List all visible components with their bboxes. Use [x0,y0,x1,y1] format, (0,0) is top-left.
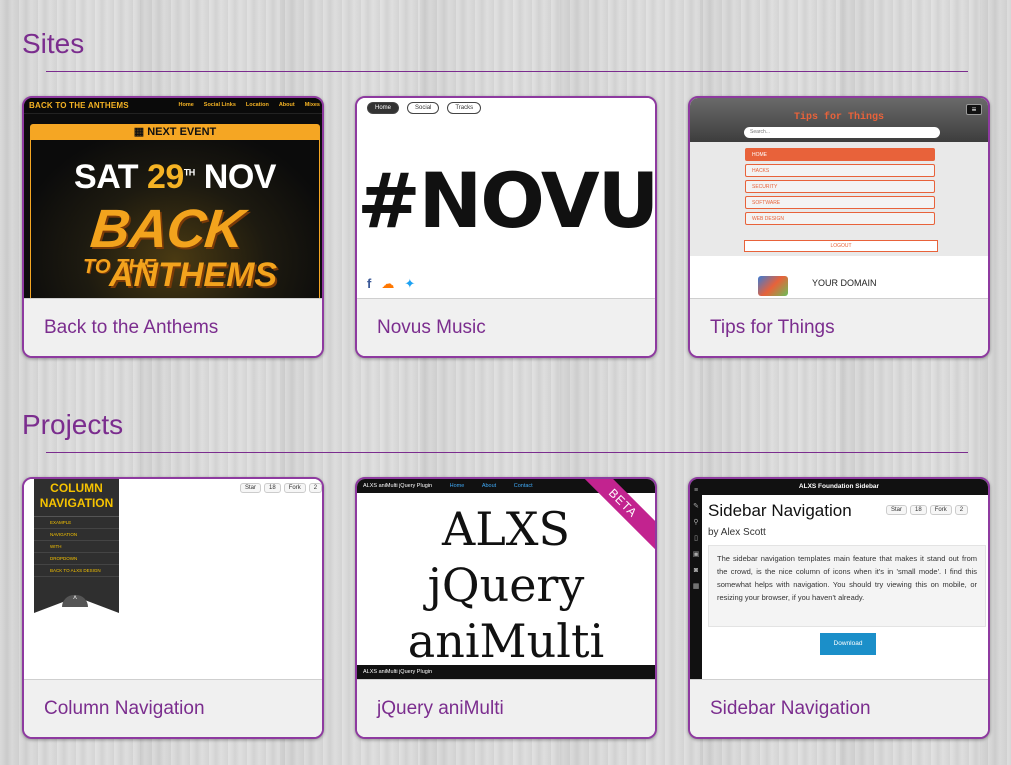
tips-menu-software: SOFTWARE [745,196,935,209]
file-icon: ▯ [694,535,698,542]
card-title[interactable]: Back to the Anthems [24,298,322,356]
sites-heading: Sites [22,28,85,59]
anthems-nav-home: Home [178,102,194,108]
github-buttons: Star 18 Fork 2 [240,483,322,493]
tips-menu-web-design: WEB DESIGN [745,212,935,225]
animulti-line-2: jQuery [427,558,585,612]
github-star-count: 18 [910,505,927,515]
animulti-link-contact: Contact [513,483,533,489]
sidebar-demo-download: Download [820,633,876,655]
card-title[interactable]: Sidebar Navigation [690,679,988,737]
column-nav-item: BACK TO ALXS DESIGN [34,565,119,577]
card-title[interactable]: Novus Music [357,298,655,356]
site-thumbnail[interactable]: Home Social Tracks #NOVUS f ☁ ✦ [357,98,655,298]
github-fork-count: 2 [954,505,969,515]
sites-divider [46,71,968,72]
next-event-label: NEXT EVENT [147,126,217,138]
animulti-line-1: ALXS [441,502,571,556]
event-date-number: 29 [146,158,184,196]
calendar-icon: ▦ [133,126,148,138]
animulti-line-3: aniMulti [407,614,605,668]
sidebar-demo-bar: ALXS Foundation Sidebar [690,479,988,495]
event-date-suffix: TH [183,167,196,178]
poster-anthems-text: ANTHEMS [109,256,278,294]
novus-nav-tracks: Tracks [447,102,482,114]
column-nav-item: EXAMPLE [34,517,119,529]
soundcloud-icon: ☁ [381,276,395,291]
project-card-column-navigation[interactable]: COLUMN NAVIGATION EXAMPLE NAVIGATION WIT… [22,477,324,739]
project-thumbnail[interactable]: ALXS Foundation Sidebar ≡ ✎ ⚲ ▯ ▣ ◙ ▦ Si… [690,479,988,679]
event-poster: SAT 29TH NOV BACK TO THE ANTHEMS [30,140,320,298]
link-icon: ⚲ [693,519,699,526]
sidebar-demo-byline: by Alex Scott [708,527,766,538]
novus-nav-social: Social [407,102,440,114]
anthems-nav-social: Social Links [203,102,236,108]
grid-icon: ▦ [692,583,700,590]
tips-menu-security: SECURITY [745,180,935,193]
card-title[interactable]: jQuery aniMulti [357,679,655,737]
column-nav-item: NAVIGATION [34,529,119,541]
poster-back-text: BACK [87,199,247,259]
project-thumbnail[interactable]: COLUMN NAVIGATION EXAMPLE NAVIGATION WIT… [24,479,322,679]
projects-divider [46,452,968,453]
github-buttons: Star 18 Fork 2 [886,505,969,515]
card-title[interactable]: Column Navigation [24,679,322,737]
github-fork-button: Fork [283,483,306,493]
project-card-jquery-animulti[interactable]: ALXS aniMulti jQuery Plugin Home About C… [355,477,657,739]
sidebar-demo-description: The sidebar navigation templates main fe… [708,545,986,627]
tips-menu-home: HOME [745,148,935,161]
github-star-button: Star [240,483,262,493]
anthems-nav: Home Social Links Location About Mixes [179,102,321,108]
event-month: NOV [203,158,277,196]
anthems-nav-mixes: Mixes [304,102,320,108]
tips-logout: LOGOUT [744,240,938,252]
wrench-icon: ✎ [693,503,699,510]
anthems-nav-location: Location [245,102,269,108]
novus-nav-home: Home [367,102,400,114]
domain-logo-icon [758,276,788,296]
twitter-icon: ✦ [404,276,416,291]
project-card-sidebar-navigation[interactable]: ALXS Foundation Sidebar ≡ ✎ ⚲ ▯ ▣ ◙ ▦ Si… [688,477,990,739]
animulti-footer: ALXS aniMulti jQuery Plugin [357,665,655,679]
novus-nav: Home Social Tracks [367,102,482,114]
github-fork-button: Fork [929,505,952,515]
card-title[interactable]: Tips for Things [690,298,988,356]
gamepad-icon: ◙ [693,567,699,574]
site-card-tips-for-things[interactable]: Tips for Things ≡ Search... HOME HACKS S… [688,96,990,358]
tips-title: Tips for Things [793,112,884,123]
animulti-top-title: ALXS aniMulti jQuery Plugin [363,483,433,489]
anthems-nav-about: About [278,102,295,108]
github-star-count: 18 [264,483,281,493]
github-star-button: Star [886,505,908,515]
column-nav-item: DROPDOWN [34,553,119,565]
animulti-link-about: About [481,483,497,489]
animulti-link-home: Home [449,483,465,489]
anthems-logo: BACK TO THE ANTHEMS [29,101,129,110]
sidebar-demo-title: Sidebar Navigation [708,501,852,520]
facebook-icon: f [367,276,372,291]
column-nav-panel: COLUMN NAVIGATION EXAMPLE NAVIGATION WIT… [34,479,119,613]
github-fork-count: 2 [308,483,322,493]
novus-social-icons: f ☁ ✦ [367,276,415,292]
site-thumbnail[interactable]: BACK TO THE ANTHEMS Home Social Links Lo… [24,98,322,298]
site-card-novus-music[interactable]: Home Social Tracks #NOVUS f ☁ ✦ Novus Mu… [355,96,657,358]
site-card-back-to-the-anthems[interactable]: BACK TO THE ANTHEMS Home Social Links Lo… [22,96,324,358]
event-day: SAT [74,158,139,196]
novus-brand: #NOVUS [357,156,655,245]
hamburger-icon: ≡ [966,104,982,115]
menu-icon: ≡ [693,487,699,494]
tips-menu: HOME HACKS SECURITY SOFTWARE WEB DESIGN [745,148,935,228]
camera-icon: ▣ [692,551,700,558]
column-nav-item: WITH [34,541,119,553]
tips-menu-hacks: HACKS [745,164,935,177]
sidebar-demo-icons: ≡ ✎ ⚲ ▯ ▣ ◙ ▦ [690,479,702,679]
column-nav-title: COLUMN NAVIGATION [34,479,119,517]
project-thumbnail[interactable]: ALXS aniMulti jQuery Plugin Home About C… [357,479,655,679]
site-thumbnail[interactable]: Tips for Things ≡ Search... HOME HACKS S… [690,98,988,298]
tips-search: Search... [744,127,940,138]
tips-domain: YOUR DOMAIN [812,278,877,288]
projects-heading: Projects [22,409,124,440]
